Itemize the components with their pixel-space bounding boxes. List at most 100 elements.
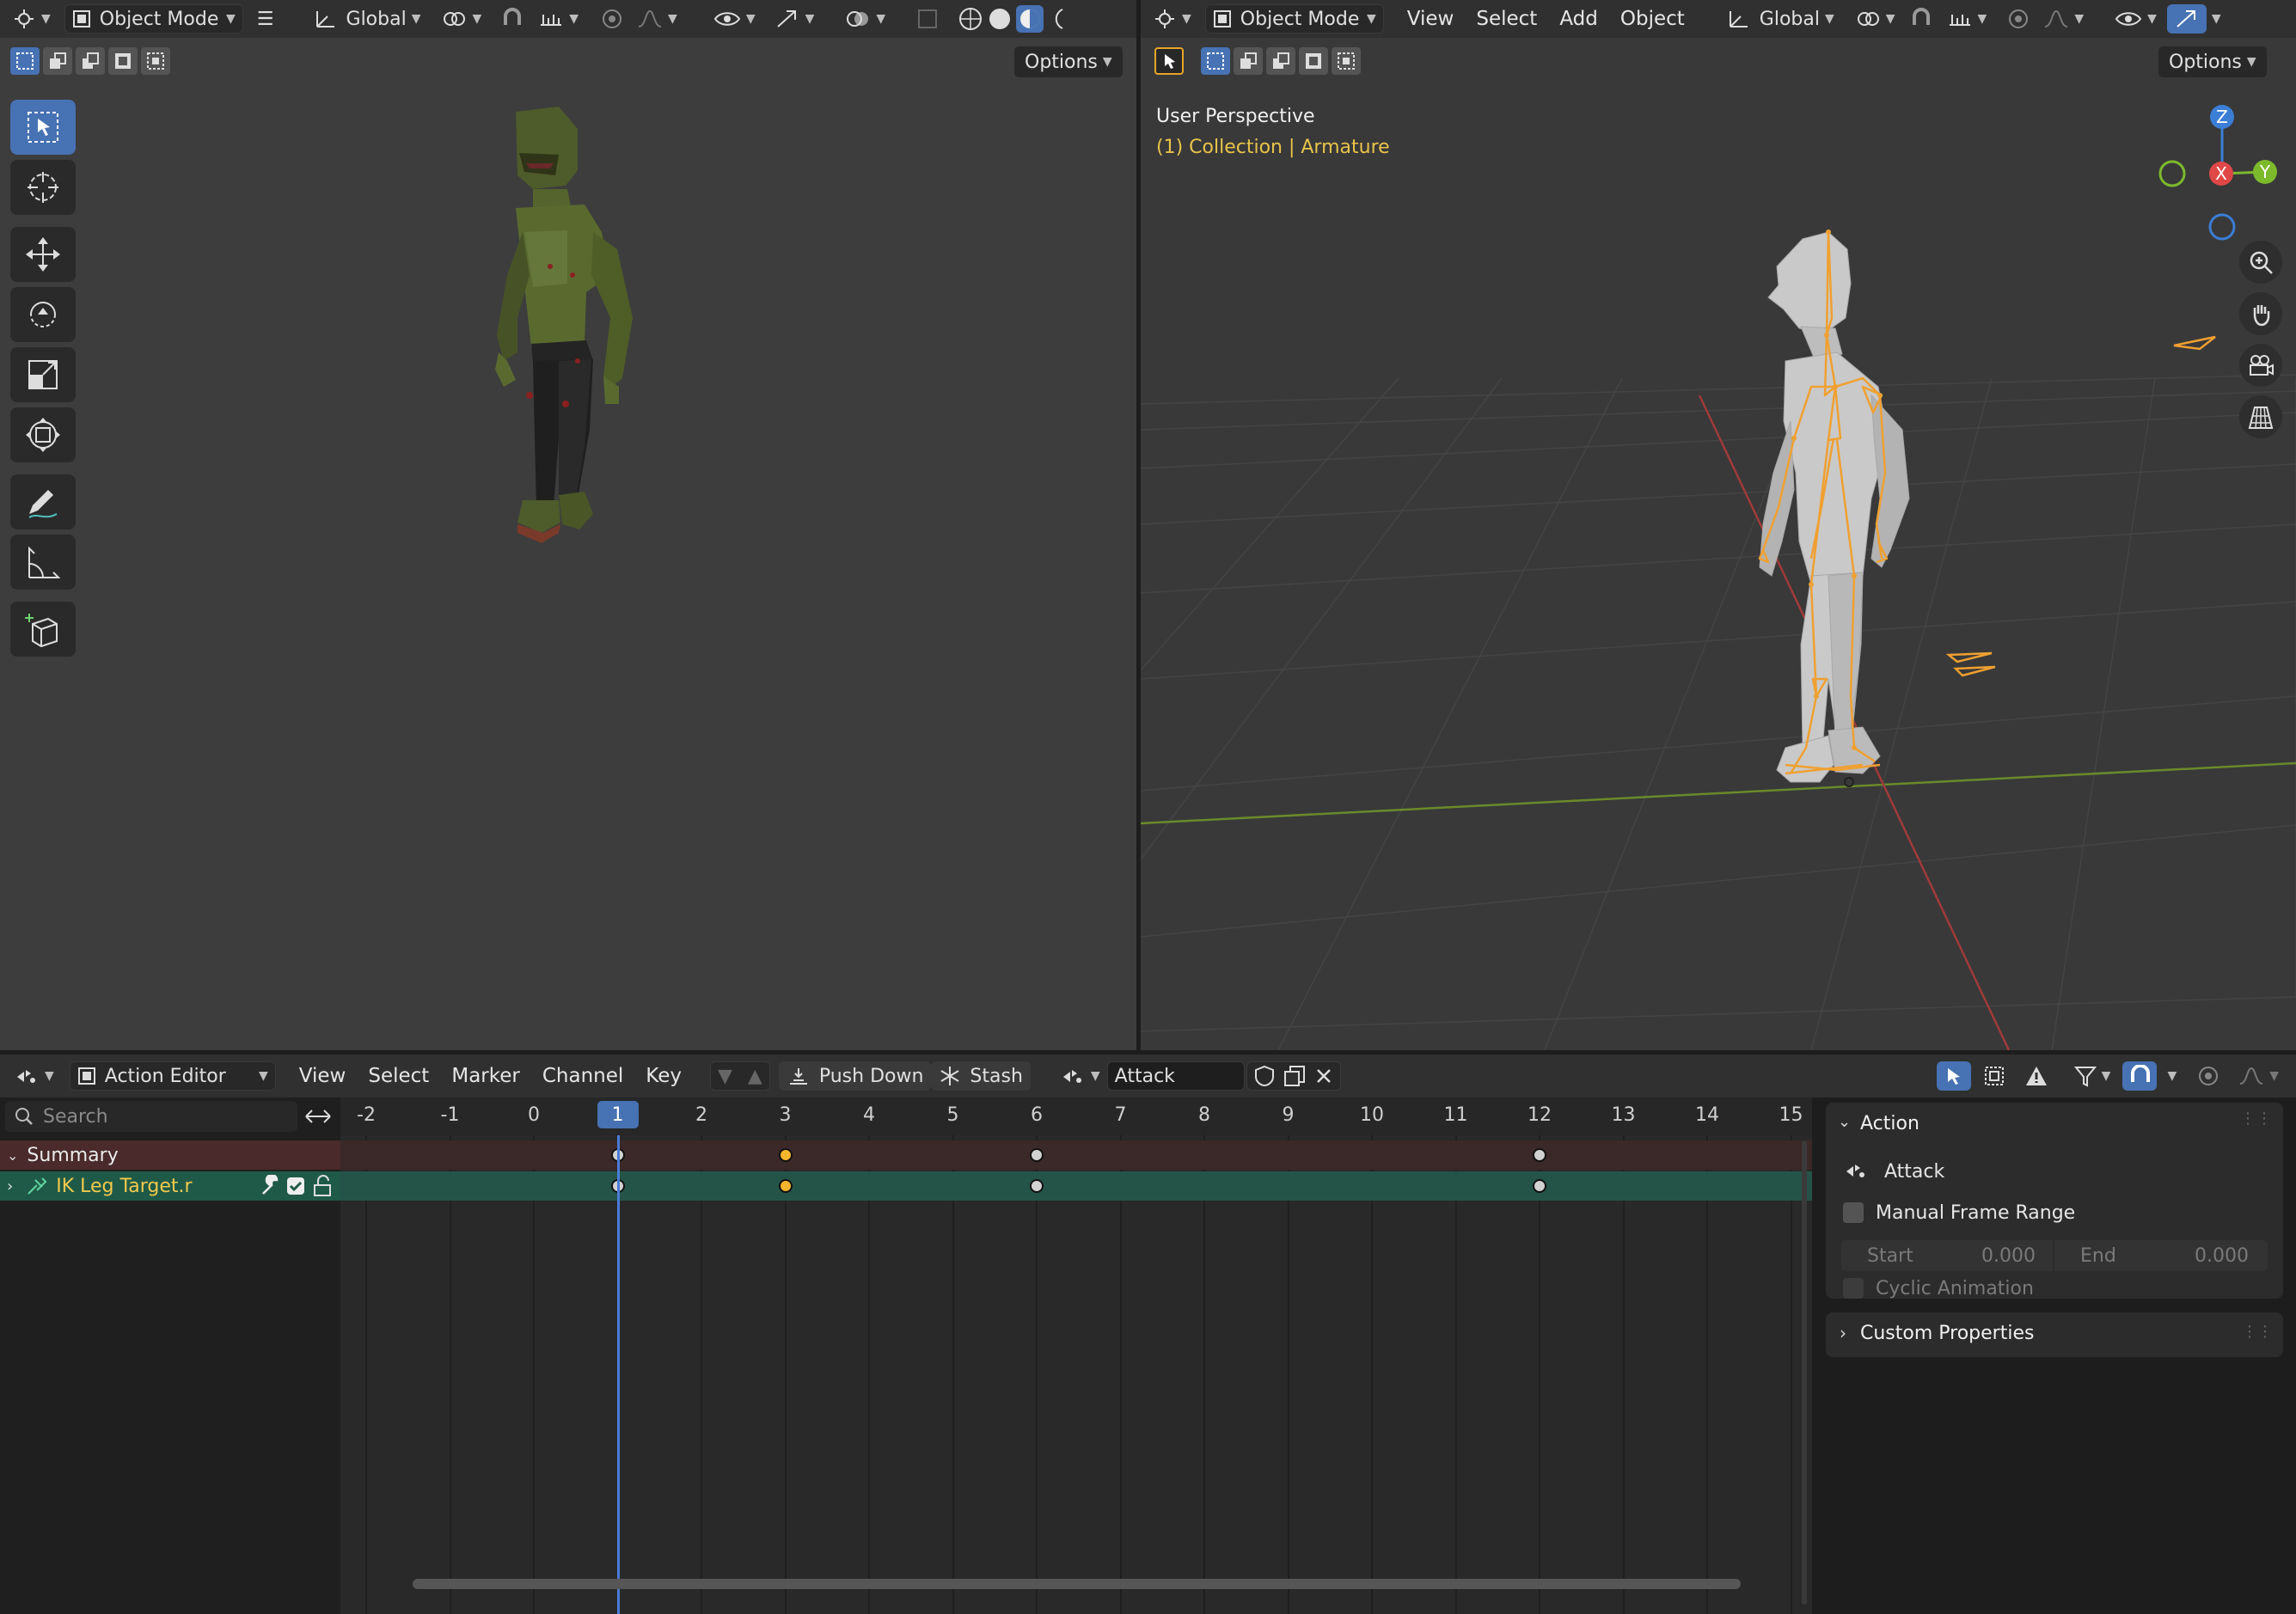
swap-channels-icon[interactable]	[301, 1101, 335, 1132]
custom-properties-panel[interactable]: › Custom Properties ⋮⋮	[1826, 1312, 2283, 1357]
stash-button[interactable]: Stash	[931, 1061, 1031, 1091]
snap-target-dropdown[interactable]: ▼	[531, 4, 585, 34]
menu-view[interactable]: View	[288, 1065, 358, 1087]
summary-keyframe[interactable]	[778, 1148, 793, 1162]
solid-shading-icon[interactable]	[987, 6, 1013, 32]
panel-drag-handle-icon[interactable]: ⋮⋮	[2240, 1110, 2273, 1128]
channel-enabled-checkbox[interactable]	[285, 1176, 306, 1196]
options-dropdown[interactable]: Options ▼	[2158, 46, 2267, 77]
channel-ik-leg-target-row[interactable]: › IK Leg Target.r	[0, 1171, 340, 1201]
select-invert-icon[interactable]	[108, 47, 138, 75]
select-intersect-icon[interactable]	[141, 47, 170, 75]
gizmo-dropdown-caret[interactable]: ▼	[2212, 12, 2221, 26]
select-box-tool[interactable]	[10, 100, 76, 155]
manual-frame-range-checkbox[interactable]	[1843, 1202, 1864, 1223]
gizmo-toggle-icon[interactable]	[2166, 4, 2207, 34]
annotate-tool[interactable]	[10, 474, 76, 529]
expand-channel-icon[interactable]: ›	[7, 1177, 13, 1195]
expand-custom-props-icon[interactable]: ›	[1840, 1323, 1846, 1343]
mode-dropdown[interactable]: Object Mode ▼	[64, 4, 243, 34]
rendered-shading-icon[interactable]	[1047, 6, 1064, 32]
cyclic-animation-checkbox[interactable]	[1843, 1278, 1864, 1299]
material-shading-icon[interactable]	[1016, 5, 1044, 33]
channel-keyframe[interactable]	[1533, 1179, 1546, 1193]
select-intersect-icon[interactable]	[1332, 47, 1361, 75]
channel-keyframe[interactable]	[1030, 1179, 1044, 1193]
snap-dropdown-caret[interactable]: ▼	[2167, 1069, 2177, 1083]
snap-target-dropdown[interactable]: ▼	[1940, 4, 1994, 34]
select-new-icon[interactable]	[10, 47, 40, 75]
menu-marker[interactable]: Marker	[440, 1065, 531, 1087]
horizontal-scrollbar[interactable]	[413, 1579, 1741, 1589]
select-invert-icon[interactable]	[1299, 47, 1328, 75]
pivot-point-dropdown[interactable]: ▼	[434, 4, 488, 34]
menu-select[interactable]: Select	[357, 1065, 440, 1087]
xray-toggle-icon[interactable]	[909, 4, 946, 34]
channel-summary-row[interactable]: ⌄ Summary	[0, 1140, 340, 1170]
snap-toggle-icon[interactable]	[493, 4, 531, 34]
hamburger-menu-icon[interactable]: ☰	[250, 4, 281, 34]
mode-dropdown[interactable]: Object Mode ▼	[1204, 4, 1384, 34]
end-frame-field[interactable]: End 0.000	[2054, 1240, 2268, 1271]
start-frame-field[interactable]: Start 0.000	[1841, 1240, 2053, 1271]
select-extend-icon[interactable]	[1234, 47, 1263, 75]
wireframe-shading-icon[interactable]	[958, 6, 983, 32]
expand-summary-icon[interactable]: ⌄	[7, 1147, 18, 1164]
editor-type-button[interactable]: ▼	[7, 1061, 61, 1091]
falloff-dropdown[interactable]: ▼	[2036, 4, 2091, 34]
editor-type-button[interactable]: ▼	[1146, 4, 1198, 34]
left-3d-viewport[interactable]: ▼ Object Mode ▼ ☰ Global ▼ ▼ ▼ ▼ ▼ ▼ ▼ O…	[0, 0, 1136, 1050]
menu-key[interactable]: Key	[634, 1065, 693, 1087]
select-subtract-icon[interactable]	[1266, 47, 1295, 75]
pivot-point-dropdown[interactable]: ▼	[1848, 4, 1902, 34]
channel-search-input[interactable]: Search	[5, 1101, 297, 1132]
measure-tool[interactable]	[10, 535, 76, 590]
new-action-icon[interactable]	[1283, 1065, 1306, 1087]
current-frame-indicator[interactable]: 1	[597, 1101, 639, 1128]
summary-keyframe[interactable]	[1533, 1148, 1546, 1162]
add-cube-tool[interactable]	[10, 602, 76, 657]
proportional-edit-icon[interactable]	[594, 4, 630, 34]
cursor-tool[interactable]	[10, 160, 76, 215]
dopesheet-timeline[interactable]: -2 -1 0 2 3 4 5 6 7 8 9 10 11 12 13 14 15 1	[340, 1097, 1812, 1614]
proportional-edit-icon[interactable]	[2000, 4, 2036, 34]
panel-drag-handle-icon[interactable]: ⋮⋮	[2242, 1323, 2273, 1341]
unlink-action-close-icon[interactable]	[1314, 1067, 1333, 1085]
menu-channel[interactable]: Channel	[531, 1065, 634, 1087]
editor-type-button[interactable]: ▼	[5, 4, 58, 34]
select-extend-icon[interactable]	[43, 47, 72, 75]
menu-view[interactable]: View	[1396, 8, 1466, 30]
falloff-dropdown[interactable]: ▼	[630, 4, 684, 34]
visibility-dropdown[interactable]: ▼	[2108, 4, 2164, 34]
only-errors-warning-icon[interactable]	[2017, 1061, 2055, 1091]
transform-orientation-dropdown[interactable]: Global ▼	[307, 4, 428, 34]
show-hidden-icon[interactable]	[1976, 1061, 2012, 1091]
select-subtract-icon[interactable]	[76, 47, 105, 75]
tweak-select-icon[interactable]	[1154, 47, 1184, 75]
scale-tool[interactable]	[10, 347, 76, 402]
unlock-icon[interactable]	[311, 1175, 335, 1197]
fake-user-shield-icon[interactable]	[1254, 1065, 1275, 1087]
wrench-modifier-icon[interactable]	[258, 1175, 280, 1197]
filter-dropdown[interactable]: ▼	[2067, 1061, 2118, 1091]
action-browse-button[interactable]: ▼	[1053, 1061, 1107, 1091]
proportional-edit-icon[interactable]	[2190, 1061, 2226, 1091]
overlays-dropdown[interactable]: ▼	[838, 4, 892, 34]
summary-keyframe[interactable]	[1030, 1148, 1044, 1162]
vertical-scrollbar[interactable]	[1802, 1140, 1807, 1605]
only-selected-icon[interactable]	[1936, 1061, 1971, 1091]
menu-add[interactable]: Add	[1548, 8, 1609, 30]
gizmo-toggle-icon[interactable]: ▼	[768, 4, 822, 34]
snap-toggle-icon[interactable]	[1902, 4, 1940, 34]
menu-select[interactable]: Select	[1465, 8, 1548, 30]
menu-object[interactable]: Object	[1609, 8, 1696, 30]
options-dropdown[interactable]: Options ▼	[1014, 46, 1123, 77]
transform-tool[interactable]	[10, 407, 76, 462]
visibility-dropdown[interactable]: ▼	[707, 4, 762, 34]
layer-up-icon[interactable]: ▲	[748, 1066, 762, 1087]
editor-mode-dropdown[interactable]: Action Editor ▼	[69, 1061, 276, 1091]
channel-keyframe[interactable]	[778, 1179, 793, 1193]
layer-down-icon[interactable]: ▼	[718, 1066, 732, 1087]
action-name-field[interactable]: Attack	[1106, 1061, 1245, 1091]
push-down-button[interactable]: Push Down	[778, 1061, 932, 1091]
